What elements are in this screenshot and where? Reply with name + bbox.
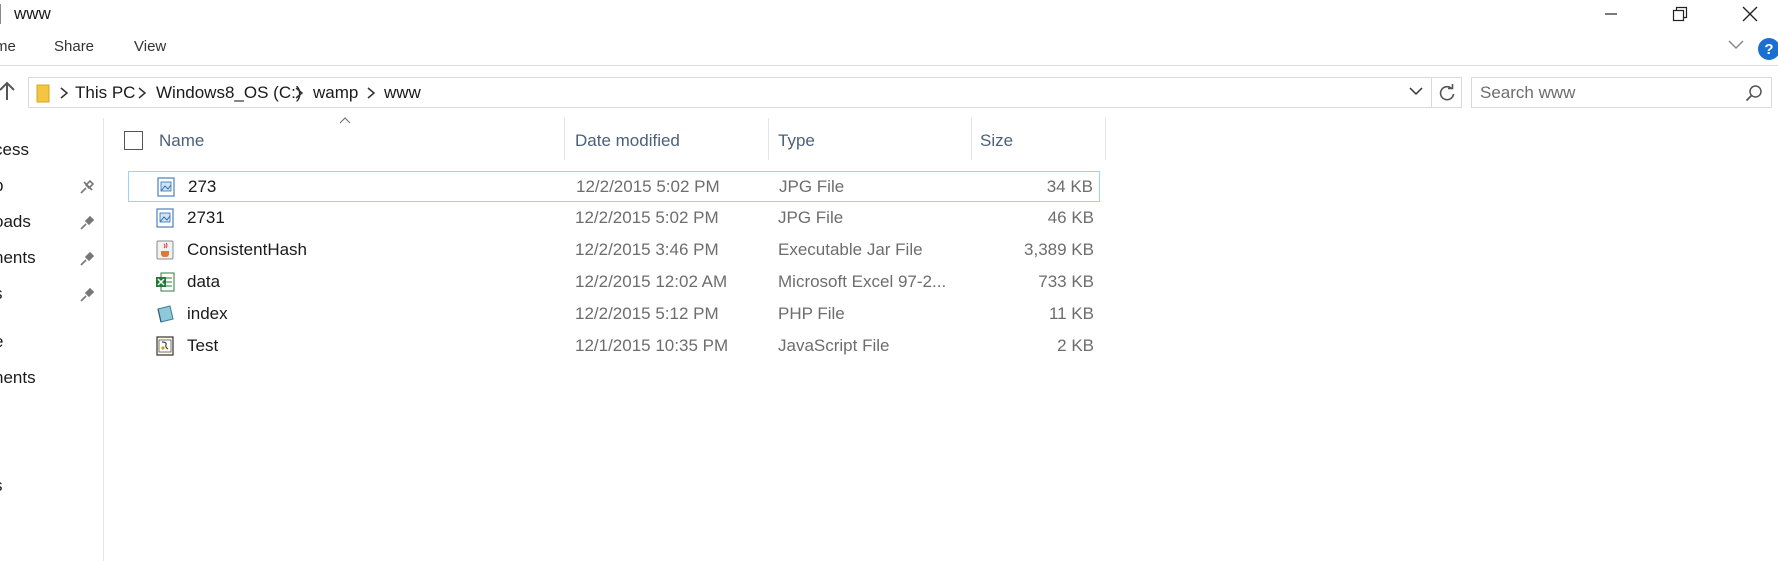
file-name: index — [187, 304, 228, 323]
file-row[interactable]: 2731 12/2/2015 5:02 PM JPG File 46 KB — [128, 203, 1100, 234]
expand-ribbon-chevron-icon[interactable] — [1727, 38, 1745, 52]
column-divider[interactable] — [768, 118, 769, 160]
column-divider[interactable] — [564, 118, 565, 160]
js-file-icon — [156, 336, 174, 356]
select-all-checkbox[interactable] — [124, 131, 143, 150]
file-date: 12/2/2015 3:46 PM — [575, 240, 719, 259]
file-name: data — [187, 272, 221, 291]
refresh-button[interactable] — [1432, 77, 1462, 108]
jar-file-icon — [156, 240, 174, 260]
nav-item-quick-access[interactable]: cess — [0, 140, 29, 160]
pin-icon — [80, 252, 94, 266]
window-title: www — [14, 4, 51, 23]
nav-item-downloads[interactable]: oads — [0, 212, 31, 232]
title-separator — [0, 4, 1, 24]
column-header-date[interactable]: Date modified — [575, 131, 680, 151]
breadcrumb-wamp[interactable]: wamp — [313, 83, 358, 103]
file-date: 12/2/2015 5:12 PM — [575, 304, 719, 323]
chevron-down-icon[interactable] — [1408, 86, 1424, 98]
pin-icon — [80, 288, 94, 302]
file-row[interactable]: index 12/2/2015 5:12 PM PHP File 11 KB — [128, 299, 1100, 330]
navigation-pane: cess p oads nents s e nents s — [0, 118, 104, 561]
file-row[interactable]: ConsistentHash 12/2/2015 3:46 PM Executa… — [128, 235, 1100, 266]
file-name: 273 — [188, 177, 217, 196]
file-type: JavaScript File — [778, 336, 890, 355]
search-icon[interactable] — [1745, 84, 1763, 102]
title-bar: www — [0, 0, 1778, 28]
file-type: JPG File — [778, 208, 844, 227]
chevron-right-icon[interactable] — [59, 86, 69, 100]
chevron-right-icon[interactable] — [366, 86, 376, 100]
file-row[interactable]: 273 12/2/2015 5:02 PM JPG File 34 KB — [128, 171, 1100, 202]
php-file-icon — [157, 305, 174, 323]
help-icon: ? — [1764, 40, 1774, 58]
file-name: Test — [187, 336, 219, 355]
jpg-file-icon — [156, 208, 174, 228]
file-date: 12/2/2015 12:02 AM — [575, 272, 728, 291]
chevron-right-icon[interactable] — [294, 86, 304, 100]
column-header-type[interactable]: Type — [778, 131, 815, 151]
nav-item-desktop[interactable]: p — [0, 176, 3, 196]
column-header-name[interactable]: Name — [159, 131, 204, 151]
restore-icon — [1672, 6, 1688, 22]
file-type: JPG File — [779, 177, 845, 196]
column-header-size[interactable]: Size — [980, 131, 1013, 151]
folder-icon — [36, 84, 50, 103]
file-size: 2 KB — [1057, 336, 1094, 355]
file-type: Executable Jar File — [778, 240, 923, 259]
nav-item-documents[interactable]: nents — [0, 248, 36, 268]
close-button[interactable] — [1718, 0, 1778, 28]
file-size: 733 KB — [1038, 272, 1094, 291]
chevron-right-icon[interactable] — [137, 86, 147, 100]
refresh-icon — [1439, 83, 1454, 100]
file-name: 2731 — [187, 208, 225, 227]
column-divider[interactable] — [971, 118, 972, 160]
jpg-file-icon — [157, 177, 175, 197]
file-name: ConsistentHash — [187, 240, 308, 259]
column-divider[interactable] — [1105, 118, 1106, 160]
nav-item-onedrive[interactable]: e — [0, 332, 3, 352]
nav-item-pictures[interactable]: s — [0, 284, 3, 304]
sort-ascending-icon — [339, 117, 351, 124]
file-size: 3,389 KB — [1024, 240, 1094, 259]
address-bar[interactable]: This PC Windows8_OS (C:) wamp www — [28, 77, 1432, 108]
search-box[interactable] — [1471, 77, 1772, 108]
file-size: 34 KB — [1046, 177, 1093, 196]
tab-share[interactable]: Share — [54, 38, 94, 55]
file-date: 12/2/2015 5:02 PM — [575, 208, 719, 227]
close-icon — [1742, 6, 1758, 22]
breadcrumb-this-pc[interactable]: This PC — [75, 83, 135, 103]
file-row[interactable]: data 12/2/2015 12:02 AM Microsoft Excel … — [128, 267, 1100, 298]
minimize-icon — [1605, 13, 1617, 15]
up-arrow-icon[interactable] — [0, 80, 16, 102]
breadcrumb-www[interactable]: www — [384, 83, 421, 103]
restore-button[interactable] — [1648, 0, 1712, 28]
file-row[interactable]: Test 12/1/2015 10:35 PM JavaScript File … — [128, 331, 1100, 362]
nav-item-other[interactable]: s — [0, 476, 3, 496]
pin-icon — [80, 180, 94, 194]
tab-home[interactable]: me — [0, 38, 16, 55]
file-type: PHP File — [778, 304, 845, 323]
file-type: Microsoft Excel 97-2... — [778, 272, 947, 291]
file-date: 12/1/2015 10:35 PM — [575, 336, 729, 355]
ribbon: me Share View ? — [0, 30, 1778, 66]
help-button[interactable]: ? — [1758, 38, 1778, 60]
minimize-button[interactable] — [1579, 0, 1643, 28]
breadcrumb-drive[interactable]: Windows8_OS (C:) — [156, 83, 301, 103]
pin-icon — [80, 216, 94, 230]
file-size: 11 KB — [1048, 304, 1094, 323]
nav-item-documents-2[interactable]: nents — [0, 368, 36, 388]
tab-view[interactable]: View — [134, 38, 166, 55]
file-date: 12/2/2015 5:02 PM — [576, 177, 720, 196]
excel-file-icon — [156, 272, 175, 292]
file-size: 46 KB — [1047, 208, 1094, 227]
search-input[interactable] — [1480, 81, 1740, 105]
